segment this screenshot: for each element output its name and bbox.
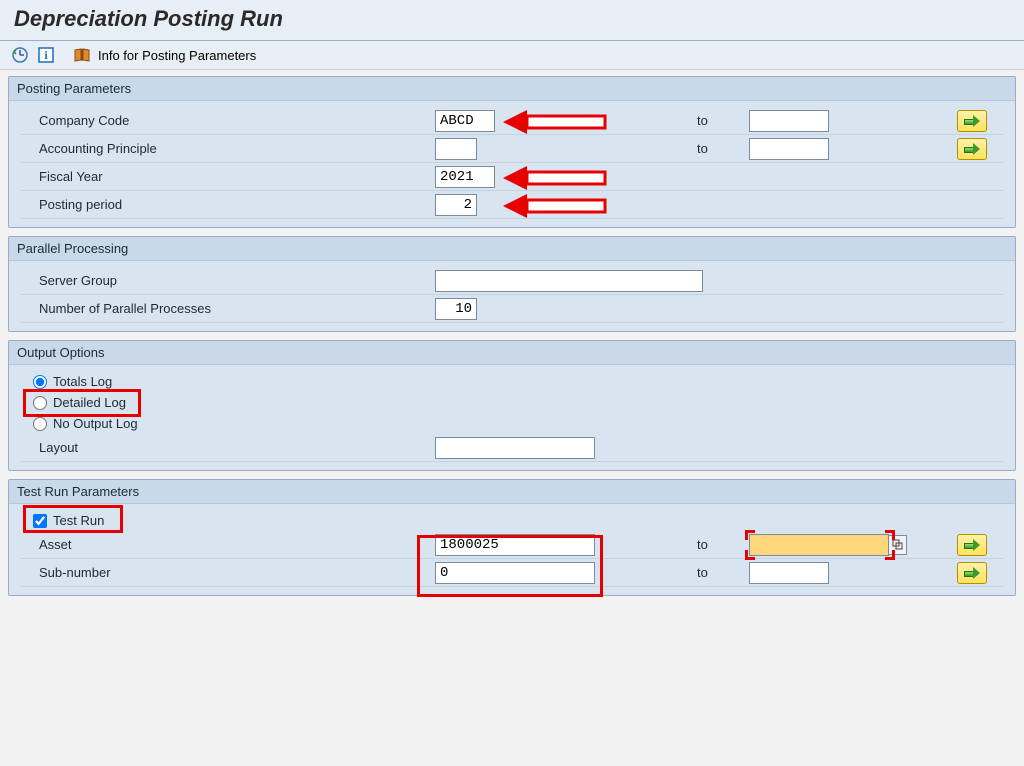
arrow-right-icon xyxy=(964,568,980,578)
group-title-testrun: Test Run Parameters xyxy=(9,480,1015,504)
accounting-principle-label: Accounting Principle xyxy=(35,141,435,156)
detailed-log-radio[interactable] xyxy=(33,396,47,410)
information-icon[interactable]: i xyxy=(36,45,56,65)
group-posting-parameters: Posting Parameters Company Code to xyxy=(8,76,1016,228)
group-title-output: Output Options xyxy=(9,341,1015,365)
group-output-options: Output Options Totals Log Detailed Log N… xyxy=(8,340,1016,471)
no-output-log-radio[interactable] xyxy=(33,417,47,431)
posting-period-input[interactable] xyxy=(435,194,477,216)
book-icon[interactable] xyxy=(72,45,92,65)
group-title-parallel: Parallel Processing xyxy=(9,237,1015,261)
subnumber-to-label: to xyxy=(679,565,749,580)
arrow-right-icon xyxy=(964,540,980,550)
group-test-run: Test Run Parameters Test Run Asset to xyxy=(8,479,1016,596)
company-code-label: Company Code xyxy=(35,113,435,128)
arrow-right-icon xyxy=(964,116,980,126)
toolbar: i Info for Posting Parameters xyxy=(0,41,1024,70)
totals-log-radio[interactable] xyxy=(33,375,47,389)
company-code-to-input[interactable] xyxy=(749,110,829,132)
accounting-principle-to-label: to xyxy=(679,141,749,156)
detailed-log-label: Detailed Log xyxy=(53,395,126,410)
multiple-selection-button[interactable] xyxy=(957,534,987,556)
subnumber-label: Sub-number xyxy=(35,565,435,580)
multiple-selection-button[interactable] xyxy=(957,110,987,132)
accounting-principle-to-input[interactable] xyxy=(749,138,829,160)
multiple-selection-button[interactable] xyxy=(957,562,987,584)
company-code-input[interactable] xyxy=(435,110,495,132)
annotation-arrow-icon xyxy=(503,110,613,137)
asset-input[interactable] xyxy=(435,534,595,556)
subnumber-input[interactable] xyxy=(435,562,595,584)
group-title-posting: Posting Parameters xyxy=(9,77,1015,101)
server-group-input[interactable] xyxy=(435,270,703,292)
arrow-right-icon xyxy=(964,144,980,154)
fiscal-year-label: Fiscal Year xyxy=(35,169,435,184)
fiscal-year-input[interactable] xyxy=(435,166,495,188)
layout-label: Layout xyxy=(35,440,435,455)
company-code-to-label: to xyxy=(679,113,749,128)
test-run-label: Test Run xyxy=(53,513,104,528)
subnumber-to-input[interactable] xyxy=(749,562,829,584)
annotation-arrow-icon xyxy=(503,166,613,193)
num-processes-input[interactable] xyxy=(435,298,477,320)
num-processes-label: Number of Parallel Processes xyxy=(35,301,435,316)
multiple-selection-button[interactable] xyxy=(957,138,987,160)
asset-to-input[interactable] xyxy=(749,534,889,556)
layout-input[interactable] xyxy=(435,437,595,459)
group-parallel-processing: Parallel Processing Server Group Number … xyxy=(8,236,1016,332)
server-group-label: Server Group xyxy=(35,273,435,288)
test-run-checkbox[interactable] xyxy=(33,514,47,528)
execute-icon[interactable] xyxy=(10,45,30,65)
asset-label: Asset xyxy=(35,537,435,552)
search-help-button[interactable] xyxy=(889,535,907,555)
totals-log-label: Totals Log xyxy=(53,374,112,389)
accounting-principle-input[interactable] xyxy=(435,138,477,160)
no-output-log-label: No Output Log xyxy=(53,416,138,431)
asset-to-label: to xyxy=(679,537,749,552)
page-title: Depreciation Posting Run xyxy=(0,0,1024,41)
posting-period-label: Posting period xyxy=(35,197,435,212)
annotation-arrow-icon xyxy=(503,194,613,221)
toolbar-info-label[interactable]: Info for Posting Parameters xyxy=(98,48,256,63)
